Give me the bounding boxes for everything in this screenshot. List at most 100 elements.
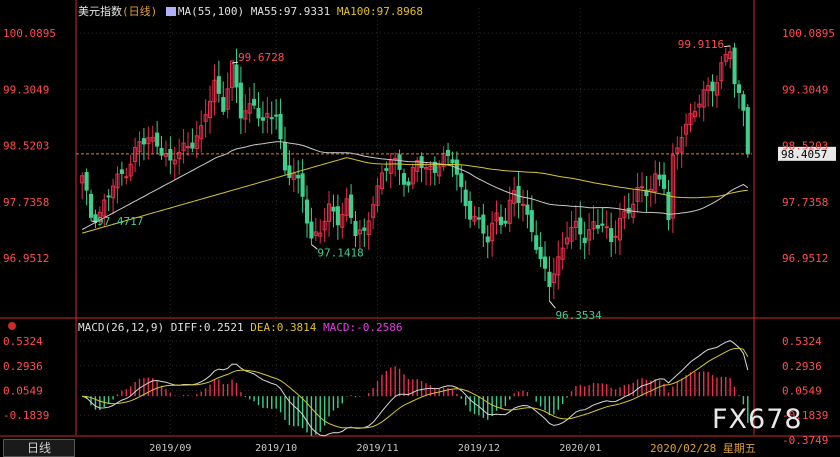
candle-body[interactable] — [349, 194, 354, 218]
candle-body[interactable] — [503, 220, 508, 224]
candle-body[interactable] — [216, 76, 221, 94]
candle-body[interactable] — [141, 138, 146, 145]
candle-body[interactable] — [485, 236, 490, 243]
candle-body[interactable] — [741, 94, 746, 111]
candle-body[interactable] — [542, 256, 548, 269]
candle-body[interactable] — [282, 141, 288, 171]
candle-body[interactable] — [463, 189, 468, 207]
diff-label: DIFF:0.2521 — [170, 321, 244, 334]
macd-label: MACD(26,12,9) — [78, 321, 165, 334]
candle-body[interactable] — [609, 228, 614, 243]
candle-body[interactable] — [106, 195, 111, 198]
chart-window: 100.0895 100.0895 99.3049 99.3049 98.5203 98.… — [0, 0, 840, 457]
price-tick-right: 100.0895 — [782, 27, 835, 40]
candle-body[interactable] — [446, 149, 451, 157]
candle-body[interactable] — [397, 154, 402, 170]
price-tick-left: 100.0895 — [3, 27, 56, 40]
candle-body[interactable] — [662, 174, 667, 189]
candle-body[interactable] — [582, 237, 587, 244]
candle-body[interactable] — [520, 203, 526, 206]
candle-body[interactable] — [538, 246, 543, 260]
candle-body[interactable] — [534, 235, 539, 250]
candle-body[interactable] — [547, 271, 552, 287]
candle-body[interactable] — [736, 84, 742, 93]
candle-body[interactable] — [639, 186, 645, 189]
candle-body[interactable] — [362, 227, 367, 231]
month-label: 2019/09 — [149, 443, 191, 454]
candle-body[interactable] — [252, 98, 257, 106]
month-label: 2019/10 — [255, 443, 297, 454]
annotation-low_oct: 97.1418 — [317, 246, 363, 259]
period-button-label: 日线 — [26, 441, 51, 455]
annotation-high_sep: 99.6728 — [238, 51, 284, 64]
candle-body[interactable] — [459, 173, 464, 188]
candle-body[interactable] — [274, 114, 279, 117]
price-tick-left: 96.9512 — [3, 252, 49, 265]
candle-body[interactable] — [468, 200, 473, 220]
annotation-high_feb: 99.9116 — [678, 38, 724, 51]
price-tick-right: 97.7358 — [782, 196, 828, 209]
candle-body[interactable] — [578, 217, 583, 235]
candle-body[interactable] — [604, 226, 609, 229]
candle-body[interactable] — [529, 210, 534, 233]
price-tick-left: 98.5203 — [3, 140, 49, 153]
candle-body[interactable] — [710, 81, 715, 92]
candle-body[interactable] — [331, 206, 336, 212]
ma-settings-icon[interactable] — [165, 7, 176, 16]
chart-canvas[interactable]: 100.0895 100.0895 99.3049 99.3049 98.5203 98.… — [0, 0, 840, 457]
ma55-line — [81, 141, 749, 230]
candle-body[interactable] — [124, 176, 129, 179]
candle-body[interactable] — [525, 204, 530, 215]
ma100-label: MA100:97.8968 — [336, 5, 423, 18]
candle-body[interactable] — [401, 173, 407, 185]
candle-body[interactable] — [516, 185, 521, 203]
candle-body[interactable] — [406, 181, 411, 186]
candle-body[interactable] — [269, 117, 274, 120]
candle-body[interactable] — [234, 64, 239, 88]
macd-tick-right: 0.2936 — [782, 360, 822, 373]
candle-body[interactable] — [278, 113, 283, 140]
macd-tick-left: 0.2936 — [3, 360, 43, 373]
current-price-label: 98.4057 — [781, 148, 827, 161]
candle-body[interactable] — [481, 214, 486, 234]
candle-body[interactable] — [476, 217, 481, 220]
candle-body[interactable] — [260, 117, 265, 121]
candle-body[interactable] — [119, 169, 124, 174]
moving-average-lines — [76, 141, 836, 234]
macd-header: MACD(26,12,9) DIFF:0.2521 DEA:0.3814 MAC… — [78, 321, 403, 334]
candle-body[interactable] — [595, 225, 600, 229]
candle-body[interactable] — [384, 168, 389, 171]
candle-body[interactable] — [657, 174, 662, 180]
period-button[interactable]: 日线 — [3, 439, 75, 457]
candle-body[interactable] — [296, 174, 301, 179]
candle-body[interactable] — [84, 172, 89, 191]
candle-body[interactable] — [238, 82, 243, 119]
candle-body[interactable] — [304, 199, 310, 224]
candle-body[interactable] — [221, 97, 226, 112]
candle-body[interactable] — [190, 142, 195, 149]
candle-body[interactable] — [168, 149, 173, 161]
macd-panel-icon[interactable] — [8, 322, 16, 330]
date-readout: 2020/02/28 星期五 — [650, 442, 756, 455]
candlestick-series[interactable] — [80, 42, 750, 302]
candle-body[interactable] — [287, 165, 292, 178]
candle-body[interactable] — [600, 223, 605, 226]
candle-body[interactable] — [745, 107, 750, 155]
month-label: 2019/12 — [458, 443, 500, 454]
annotation-pointer — [549, 300, 556, 309]
month-label: 2019/11 — [356, 443, 398, 454]
candle-body[interactable] — [309, 221, 314, 239]
candle-body[interactable] — [450, 159, 455, 164]
candle-body[interactable] — [256, 108, 261, 119]
candle-body[interactable] — [185, 146, 191, 149]
candle-body[interactable] — [335, 206, 340, 226]
candle-body[interactable] — [498, 216, 503, 226]
candle-body[interactable] — [732, 47, 737, 85]
candle-body[interactable] — [88, 193, 94, 218]
price-tick-right: 96.9512 — [782, 252, 828, 265]
candle-body[interactable] — [353, 220, 358, 236]
macd-tick-left: 0.0549 — [3, 385, 43, 398]
candle-body[interactable] — [300, 173, 305, 197]
annotation-low_dec: 96.3534 — [555, 309, 602, 322]
candle-body[interactable] — [155, 132, 160, 147]
